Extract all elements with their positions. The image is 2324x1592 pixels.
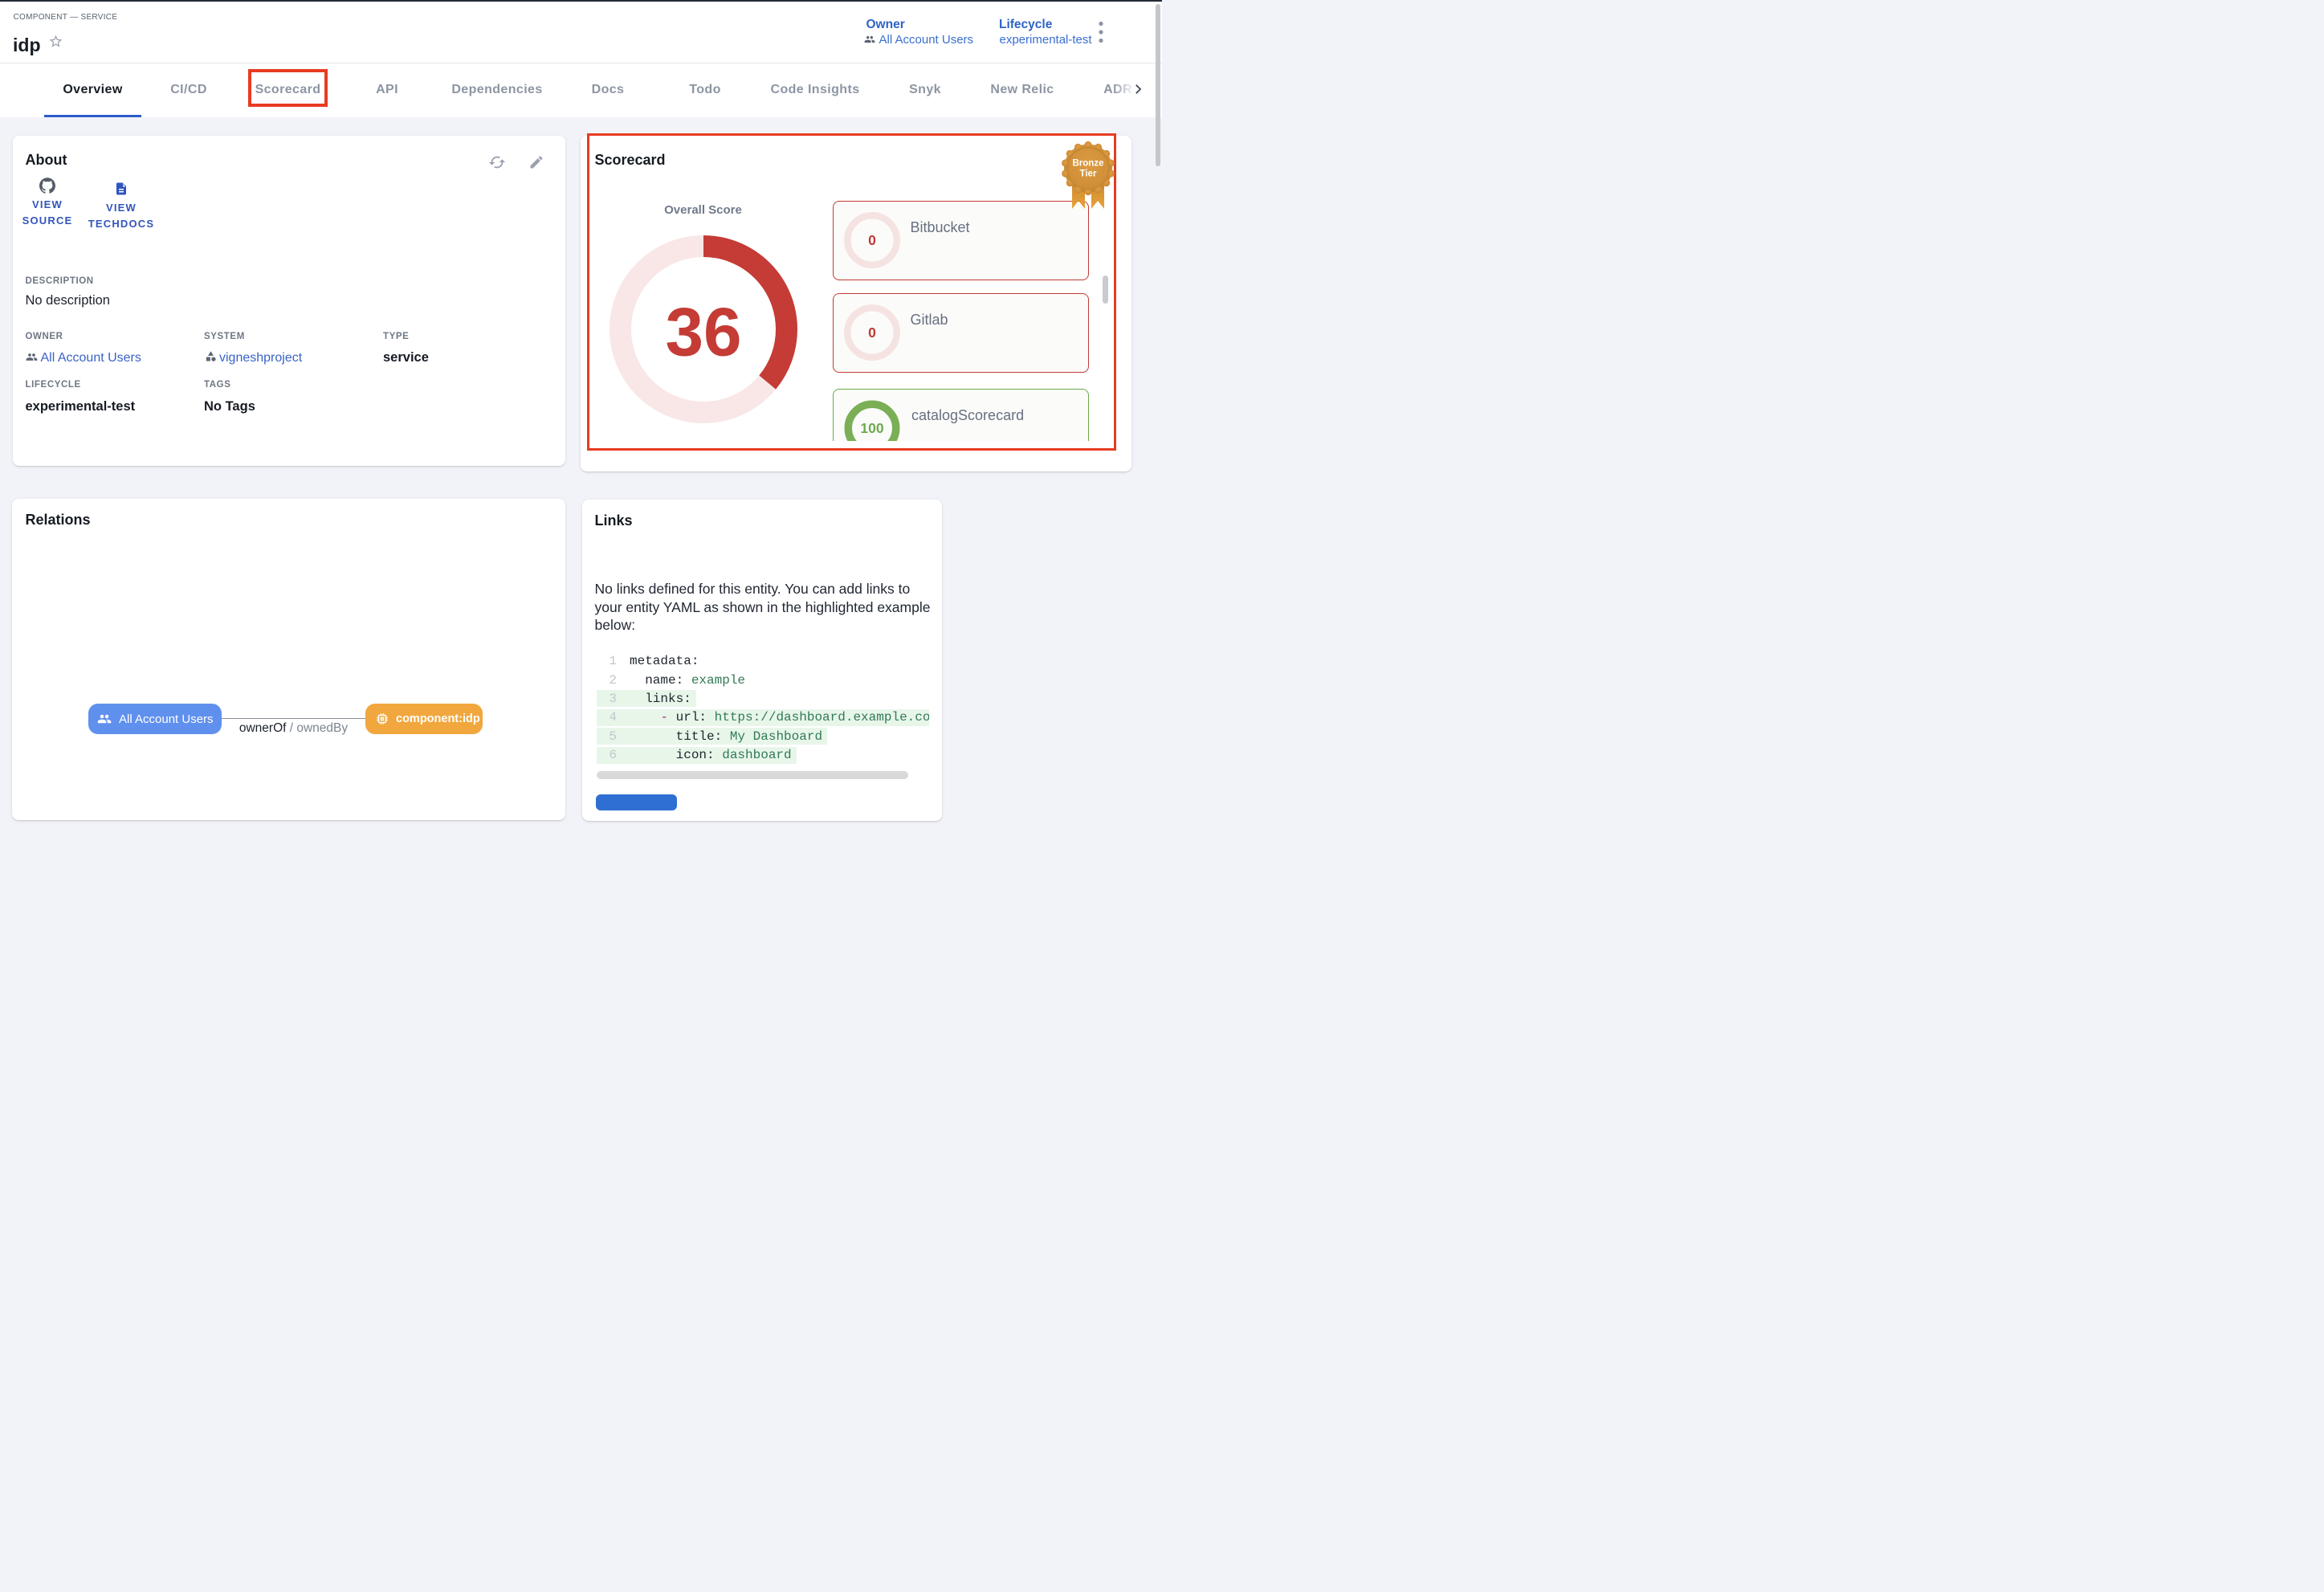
svg-text:Tier: Tier xyxy=(1080,169,1097,179)
svg-text:Bronze: Bronze xyxy=(1073,159,1104,169)
